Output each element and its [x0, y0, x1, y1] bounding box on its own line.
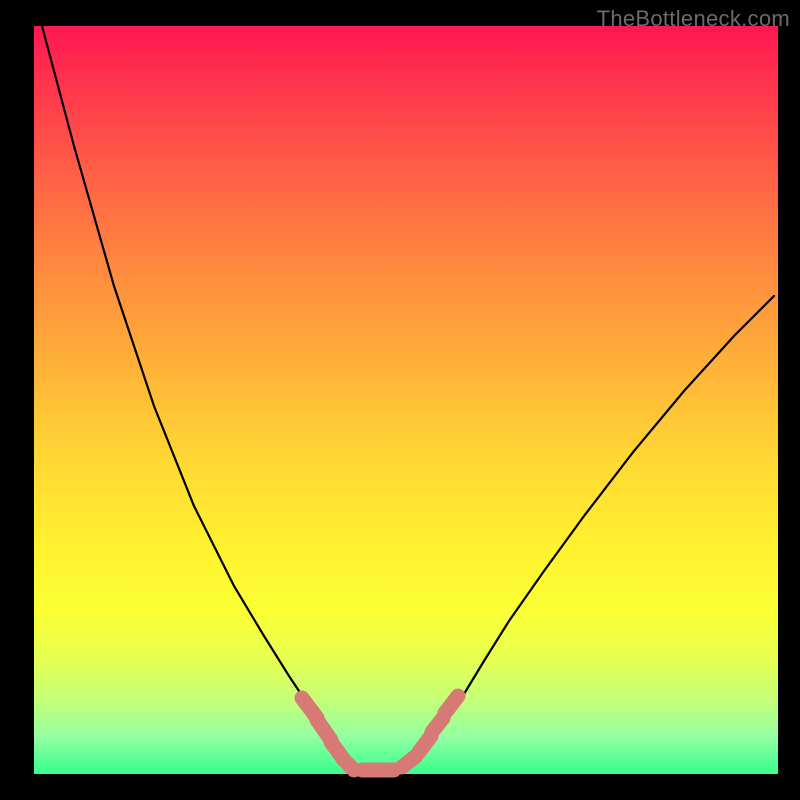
marker-seg-7	[432, 718, 443, 732]
marker-seg-5	[402, 756, 416, 767]
left-curve	[42, 26, 356, 772]
marker-seg-8	[445, 696, 458, 713]
watermark-text: TheBottleneck.com	[597, 6, 790, 32]
plot-area	[34, 26, 778, 774]
marker-seg-3	[348, 764, 354, 770]
marker-seg-2	[331, 742, 344, 760]
outer-frame: TheBottleneck.com	[0, 0, 800, 800]
chart-svg	[34, 26, 778, 774]
marker-group	[302, 696, 458, 770]
